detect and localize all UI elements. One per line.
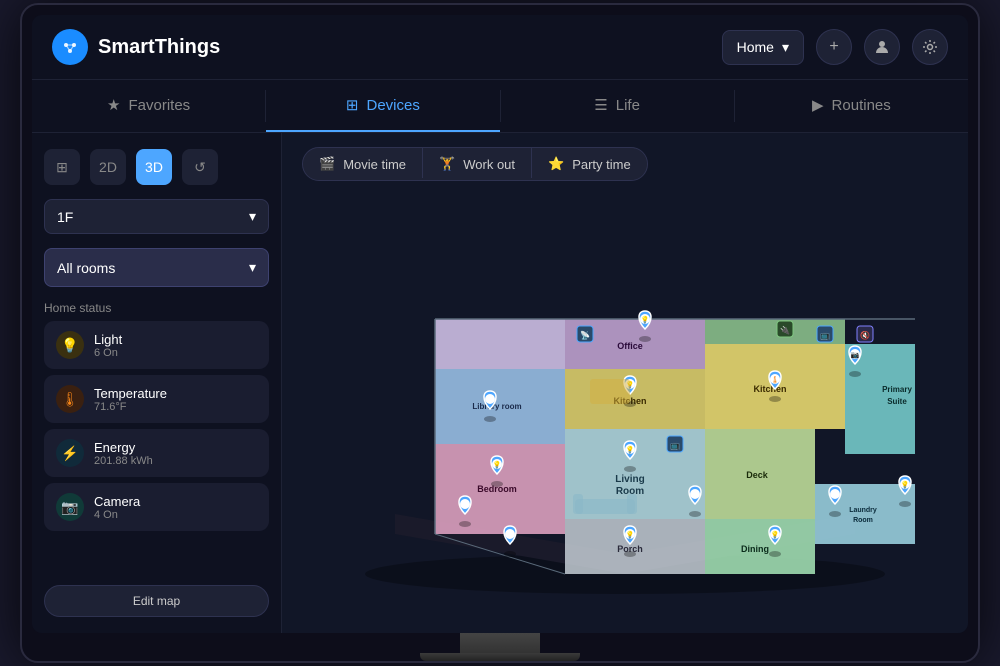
temperature-status-icon: 🌡 (56, 385, 84, 413)
svg-text:📡: 📡 (580, 330, 590, 340)
room-chevron-icon: ▾ (249, 259, 256, 276)
floor-chevron-icon: ▾ (249, 208, 256, 225)
light-label: Light (94, 332, 122, 347)
room-selector[interactable]: All rooms ▾ (44, 248, 269, 287)
svg-text:Kitchen: Kitchen (753, 384, 786, 394)
workout-button[interactable]: 🏋 Work out (423, 148, 531, 180)
temperature-label: Temperature (94, 386, 167, 401)
camera-label: Camera (94, 494, 140, 509)
edit-map-button[interactable]: Edit map (44, 585, 269, 617)
svg-text:Dining: Dining (741, 544, 769, 554)
svg-text:📷: 📷 (851, 351, 860, 359)
svg-text:Suite: Suite (887, 397, 907, 406)
svg-text:📺: 📺 (670, 441, 680, 450)
movie-icon: 🎬 (319, 156, 335, 172)
svg-text:💡: 💡 (641, 315, 650, 324)
party-time-button[interactable]: ⭐ Party time (532, 148, 647, 180)
svg-text:🔇: 🔇 (860, 330, 870, 340)
svg-text:Room: Room (853, 517, 873, 524)
2d-view-button[interactable]: 2D (90, 149, 126, 185)
camera-status-icon: 📷 (56, 493, 84, 521)
svg-text:🔌: 🔌 (780, 325, 790, 335)
temperature-status-item[interactable]: 🌡 Temperature 71.6°F (44, 375, 269, 423)
svg-text:Primary: Primary (882, 385, 912, 394)
settings-button[interactable] (912, 29, 948, 65)
energy-value: 201.88 kWh (94, 455, 153, 467)
tab-life[interactable]: ☰ Life (501, 80, 734, 132)
home-selector[interactable]: Home ▾ (722, 30, 804, 65)
reset-view-button[interactable]: ↺ (182, 149, 218, 185)
light-status-item[interactable]: 💡 Light 6 On (44, 321, 269, 369)
svg-text:💡: 💡 (901, 480, 910, 489)
svg-text:Living: Living (615, 474, 644, 485)
energy-label: Energy (94, 440, 153, 455)
smartthings-logo-icon (52, 29, 88, 65)
svg-text:💡: 💡 (771, 530, 780, 539)
camera-status-item[interactable]: 📷 Camera 4 On (44, 483, 269, 531)
tv-screen: SmartThings Home ▾ + (32, 15, 968, 633)
tab-routines[interactable]: ▶ Routines (735, 80, 968, 132)
svg-text:Library room: Library room (472, 402, 521, 411)
view-controls: ⊞ 2D 3D ↺ (44, 149, 269, 185)
party-icon: ⭐ (548, 156, 564, 172)
devices-icon: ⊞ (346, 96, 359, 114)
main-content: ⊞ 2D 3D ↺ 1F ▾ All rooms ▾ Home status (32, 133, 968, 633)
energy-status-icon: ⚡ (56, 439, 84, 467)
tv-frame: SmartThings Home ▾ + (20, 3, 980, 663)
header-right: Home ▾ + (722, 29, 948, 65)
light-value: 6 On (94, 347, 122, 359)
map-area: 🎬 Movie time 🏋 Work out ⭐ Party time (282, 133, 968, 633)
tab-favorites[interactable]: ★ Favorites (32, 80, 265, 132)
svg-text:💡: 💡 (493, 460, 502, 469)
logo-area: SmartThings (52, 29, 722, 65)
tv-stand (32, 633, 968, 661)
3d-view-button[interactable]: 3D (136, 149, 172, 185)
sidebar: ⊞ 2D 3D ↺ 1F ▾ All rooms ▾ Home status (32, 133, 282, 633)
life-icon: ☰ (594, 96, 607, 114)
svg-text:Office: Office (617, 341, 643, 351)
room-label: All rooms (57, 260, 115, 276)
nav-tabs: ★ Favorites ⊞ Devices ☰ Life ▶ Routines (32, 80, 968, 133)
profile-button[interactable] (864, 29, 900, 65)
workout-icon: 🏋 (439, 156, 455, 172)
svg-text:💡: 💡 (626, 445, 635, 454)
floor-label: 1F (57, 209, 73, 225)
chevron-down-icon: ▾ (782, 39, 789, 56)
svg-text:📺: 📺 (820, 331, 830, 340)
header: SmartThings Home ▾ + (32, 15, 968, 80)
floor-selector[interactable]: 1F ▾ (44, 199, 269, 234)
grid-view-button[interactable]: ⊞ (44, 149, 80, 185)
home-status-section: Home status 💡 Light 6 On 🌡 (44, 301, 269, 531)
svg-text:Laundry: Laundry (849, 507, 877, 514)
svg-text:🌡: 🌡 (771, 376, 780, 384)
tab-devices[interactable]: ⊞ Devices (266, 80, 499, 132)
map-toolbar: 🎬 Movie time 🏋 Work out ⭐ Party time (282, 133, 968, 195)
svg-text:💡: 💡 (626, 530, 635, 539)
add-button[interactable]: + (816, 29, 852, 65)
movie-time-button[interactable]: 🎬 Movie time (303, 148, 422, 180)
energy-status-text: Energy 201.88 kWh (94, 440, 153, 467)
status-items-list: 💡 Light 6 On 🌡 Temperature 71.6°F (44, 321, 269, 531)
floorplan-svg: Living Room Kitchen Library room Kitchen (335, 234, 915, 594)
light-status-icon: 💡 (56, 331, 84, 359)
temperature-value: 71.6°F (94, 401, 167, 413)
camera-status-text: Camera 4 On (94, 494, 140, 521)
home-status-title: Home status (44, 301, 269, 315)
energy-status-item[interactable]: ⚡ Energy 201.88 kWh (44, 429, 269, 477)
svg-text:Deck: Deck (746, 470, 769, 480)
home-selector-label: Home (737, 39, 774, 55)
camera-value: 4 On (94, 509, 140, 521)
temperature-status-text: Temperature 71.6°F (94, 386, 167, 413)
light-status-text: Light 6 On (94, 332, 122, 359)
favorites-icon: ★ (107, 96, 120, 114)
routines-icon: ▶ (812, 96, 824, 114)
floorplan-container: Living Room Kitchen Library room Kitchen (282, 195, 968, 633)
app-name: SmartThings (98, 36, 220, 59)
